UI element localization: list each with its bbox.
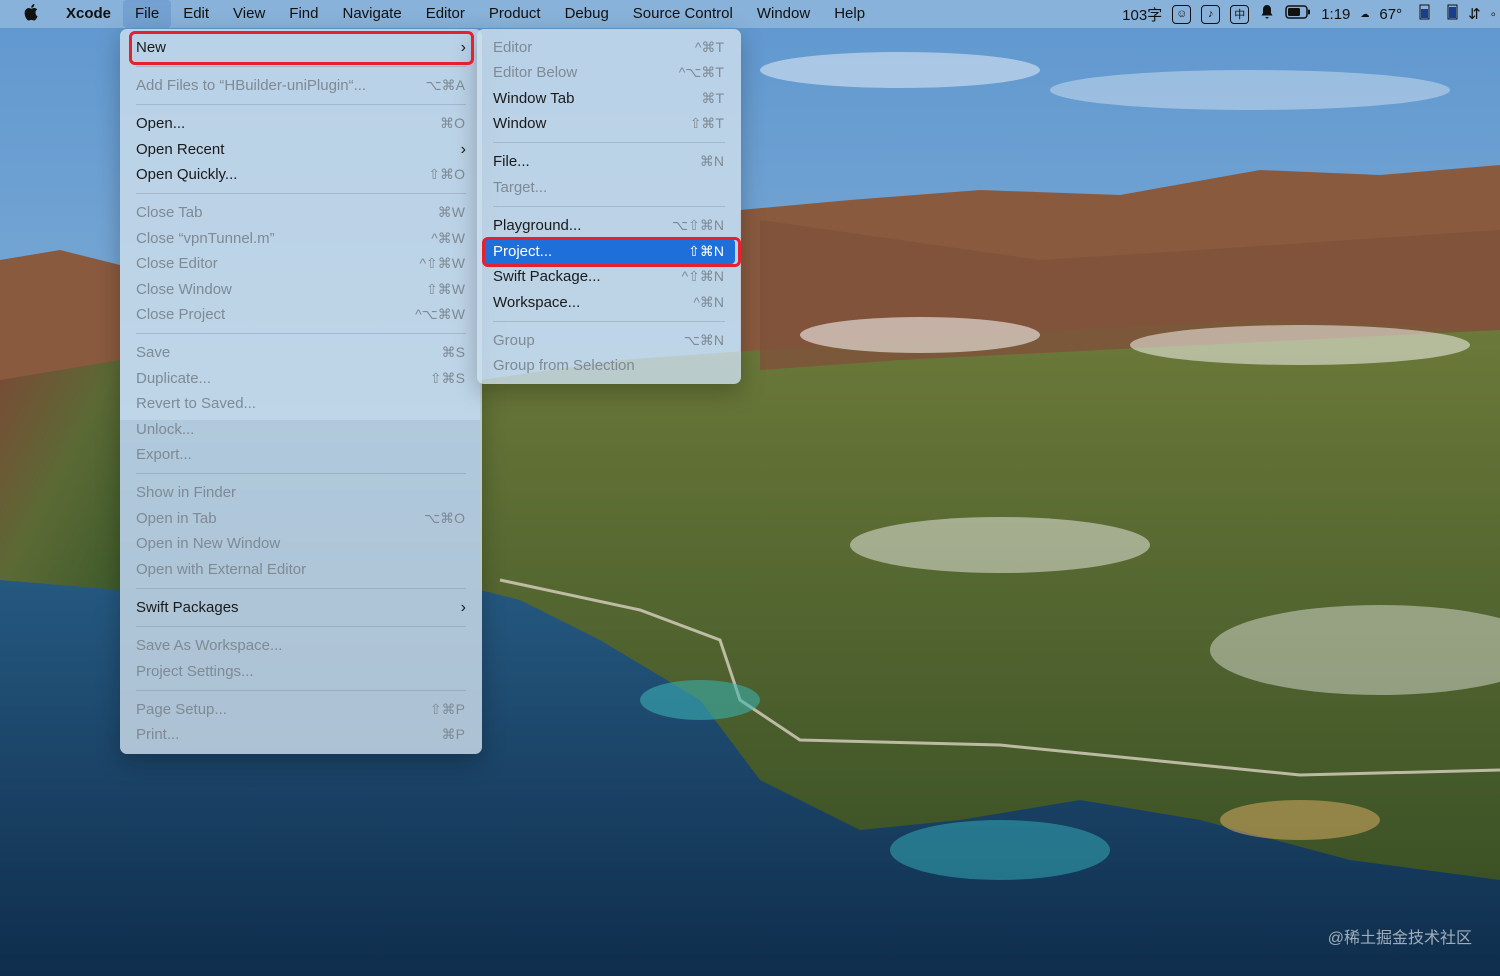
smiley-icon[interactable]: ☺ xyxy=(1172,4,1192,24)
microphone-icon[interactable]: ♪ xyxy=(1201,4,1221,24)
menu-window[interactable]: Window xyxy=(745,0,822,28)
chevron-right-icon: › xyxy=(460,141,466,158)
menu-item-open-recent[interactable]: Open Recent › xyxy=(126,137,476,162)
menu-separator xyxy=(136,104,466,105)
menu-item-open-in-tab: Open in Tab ⌥⌘O xyxy=(136,510,465,527)
menu-debug[interactable]: Debug xyxy=(553,0,621,28)
control-center-icon[interactable]: ◦ xyxy=(1491,6,1496,23)
menu-item-page-setup: Page Setup... ⇧⌘P xyxy=(136,701,465,718)
menu-item-revert: Revert to Saved... xyxy=(136,395,257,412)
menu-separator xyxy=(493,206,725,207)
menu-item-save-as-workspace: Save As Workspace... xyxy=(136,637,283,654)
menu-bar: Xcode File Edit View Find Navigate Edito… xyxy=(0,0,1500,28)
menu-separator xyxy=(136,473,466,474)
menu-separator xyxy=(136,626,466,627)
input-method-icon[interactable]: 中 xyxy=(1230,4,1250,24)
weather-icon[interactable]: ☁ xyxy=(1360,9,1369,19)
menu-item-close-file: Close “vpnTunnel.m” ^⌘W xyxy=(136,230,465,247)
menu-item-add-files: Add Files to “HBuilder-uniPlugin“... ⌥⌘A xyxy=(136,77,465,94)
menu-item-unlock: Unlock... xyxy=(136,421,195,438)
submenu-item-target: Target... xyxy=(493,179,548,196)
cpu-monitor-icon[interactable] xyxy=(1412,4,1430,24)
submenu-item-swift-package[interactable]: Swift Package... ^⇧⌘N xyxy=(483,264,735,289)
submenu-item-window[interactable]: Window ⇧⌘T xyxy=(483,111,735,136)
submenu-item-project[interactable]: Project... ⇧⌘N xyxy=(483,239,735,264)
menu-separator xyxy=(493,321,725,322)
menu-find[interactable]: Find xyxy=(277,0,330,28)
menu-item-close-project: Close Project ^⌥⌘W xyxy=(136,306,465,323)
menu-item-open-quickly[interactable]: Open Quickly... ⇧⌘O xyxy=(126,162,476,187)
menu-separator xyxy=(493,142,725,143)
menu-product[interactable]: Product xyxy=(477,0,553,28)
menu-item-open-external-editor: Open with External Editor xyxy=(136,561,307,578)
submenu-item-editor-below: Editor Below ^⌥⌘T xyxy=(493,64,724,81)
menu-file[interactable]: File xyxy=(123,0,172,28)
menu-separator xyxy=(136,66,466,67)
submenu-item-group: Group ⌥⌘N xyxy=(493,332,724,349)
apple-menu-icon[interactable] xyxy=(0,3,64,26)
file-menu: New › Add Files to “HBuilder-uniPlugin“.… xyxy=(120,29,482,754)
menu-item-close-editor: Close Editor ^⇧⌘W xyxy=(136,255,465,272)
menu-edit[interactable]: Edit xyxy=(171,0,221,28)
menu-view[interactable]: View xyxy=(221,0,277,28)
chevron-right-icon: › xyxy=(460,39,466,56)
clock-time[interactable]: 1:19 xyxy=(1321,6,1350,23)
menu-separator xyxy=(136,690,466,691)
submenu-item-group-from-selection: Group from Selection xyxy=(493,357,635,374)
menu-item-save: Save ⌘S xyxy=(136,344,465,361)
menu-item-close-tab: Close Tab ⌘W xyxy=(136,204,465,221)
memory-monitor-icon[interactable] xyxy=(1440,4,1458,24)
submenu-item-workspace[interactable]: Workspace... ^⌘N xyxy=(483,290,735,315)
menu-separator xyxy=(136,588,466,589)
network-icon[interactable]: ⇵ xyxy=(1468,5,1481,23)
menu-item-close-window: Close Window ⇧⌘W xyxy=(136,281,465,298)
menu-item-open[interactable]: Open... ⌘O xyxy=(126,111,476,136)
temperature[interactable]: 67° xyxy=(1379,6,1402,23)
status-area: 103字 ☺ ♪ 中 1:19 ☁ 67° ⇵ ◦ xyxy=(1122,0,1496,28)
menu-item-show-in-finder: Show in Finder xyxy=(136,484,237,501)
menu-item-open-in-new-window: Open in New Window xyxy=(136,535,281,552)
new-submenu: Editor ^⌘T Editor Below ^⌥⌘T Window Tab ⌘T … xyxy=(477,29,741,384)
menu-item-export: Export... xyxy=(136,446,192,463)
menu-xcode[interactable]: Xcode xyxy=(64,0,123,28)
submenu-item-editor: Editor ^⌘T xyxy=(493,39,724,56)
bell-icon[interactable] xyxy=(1259,4,1275,24)
menu-item-new[interactable]: New › xyxy=(126,35,476,60)
menu-help[interactable]: Help xyxy=(822,0,877,28)
menu-separator xyxy=(136,333,466,334)
menu-editor[interactable]: Editor xyxy=(414,0,477,28)
menu-separator xyxy=(136,193,466,194)
submenu-item-file[interactable]: File... ⌘N xyxy=(483,149,735,174)
menu-item-duplicate: Duplicate... ⇧⌘S xyxy=(136,370,465,387)
menu-item-print: Print... ⌘P xyxy=(136,726,465,743)
menu-source-control[interactable]: Source Control xyxy=(621,0,745,28)
menu-navigate[interactable]: Navigate xyxy=(330,0,413,28)
word-count-status[interactable]: 103字 xyxy=(1122,4,1162,25)
watermark-text: @稀土掘金技术社区 xyxy=(1327,930,1472,947)
submenu-item-window-tab[interactable]: Window Tab ⌘T xyxy=(483,86,735,111)
battery-icon[interactable] xyxy=(1285,5,1311,23)
chevron-right-icon: › xyxy=(460,599,466,616)
menu-item-project-settings: Project Settings... xyxy=(136,663,254,680)
submenu-item-playground[interactable]: Playground... ⌥⇧⌘N xyxy=(483,213,735,238)
menu-item-swift-packages[interactable]: Swift Packages › xyxy=(126,595,476,620)
